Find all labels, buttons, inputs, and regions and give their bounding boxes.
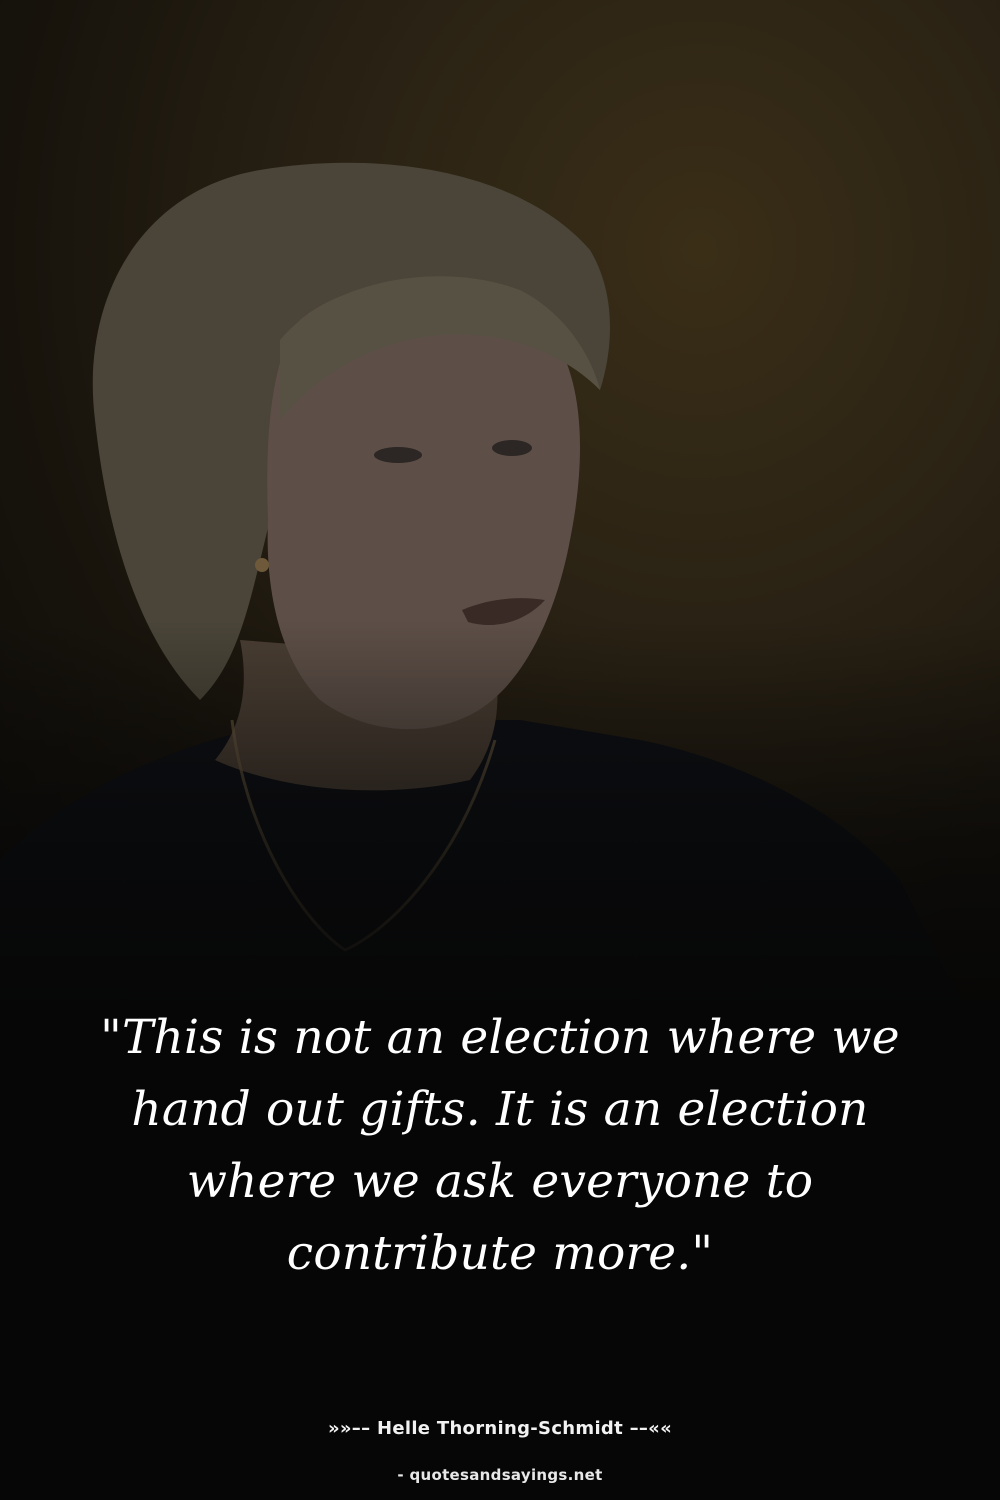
earring xyxy=(255,558,269,572)
left-eye xyxy=(374,447,422,463)
photo-fade-overlay xyxy=(0,620,1000,1040)
quote-poster: "This is not an election where we hand o… xyxy=(0,0,1000,1500)
quote-attribution: »»–– Helle Thorning-Schmidt ––«« xyxy=(327,1418,673,1439)
quote-text: "This is not an election where we hand o… xyxy=(100,1010,900,1281)
right-eye xyxy=(492,440,532,456)
source-credit: - quotesandsayings.net xyxy=(397,1466,603,1484)
